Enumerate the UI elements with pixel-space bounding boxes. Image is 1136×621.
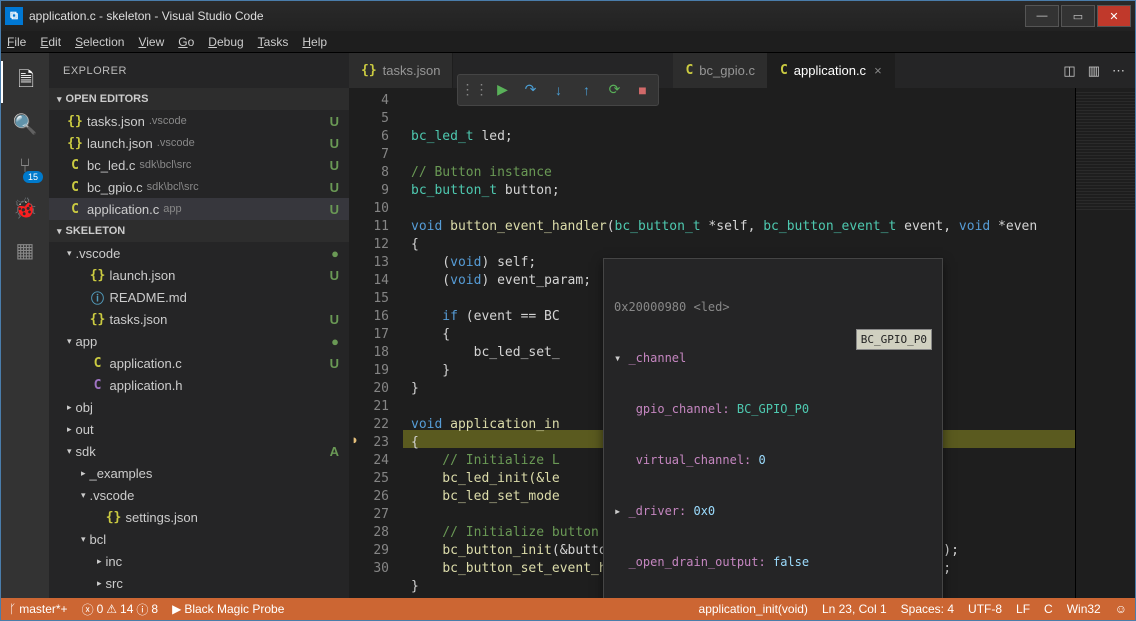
tree-launch-json[interactable]: ▸{}launch.jsonU [49, 264, 349, 286]
activity-bar: 🗎 🔍 ⑂15 🐞 ▦ [1, 53, 49, 598]
tree-examples[interactable]: ▸_examples [49, 462, 349, 484]
window-titlebar: ⧉ application.c - skeleton - Visual Stud… [1, 1, 1135, 31]
scm-badge: 15 [23, 171, 43, 183]
editor-split-icon[interactable]: ◫ [1063, 63, 1075, 79]
hover-tooltip: BC_GPIO_P0 [856, 329, 932, 350]
tab-close-icon[interactable]: × [874, 63, 882, 78]
menu-help[interactable]: Help [302, 35, 327, 49]
activity-debug-icon[interactable]: 🐞 [1, 187, 49, 229]
tree-out[interactable]: ▸out [49, 418, 349, 440]
section-project[interactable]: ▾SKELETON [49, 220, 349, 242]
editor-tabbar: {}tasks.json ⋮⋮ ▶ ↷ ↓ ↑ ⟳ ■ Cbc_gpio.c C… [349, 53, 1135, 88]
tab-bc-gpio-c[interactable]: Cbc_gpio.c [673, 53, 767, 88]
status-problems[interactable]: ⓧ 0 ⚠ 14 ⓘ 8 [82, 601, 159, 618]
tab-tasks-json[interactable]: {}tasks.json [349, 53, 453, 88]
menu-selection[interactable]: Selection [75, 35, 124, 49]
open-editor-item[interactable]: {}tasks.json.vscodeU [49, 110, 349, 132]
menu-go[interactable]: Go [178, 35, 194, 49]
tree-application-h[interactable]: ▸Capplication.h [49, 374, 349, 396]
activity-scm-icon[interactable]: ⑂15 [1, 145, 49, 187]
tree-inc[interactable]: ▸inc [49, 550, 349, 572]
editor-layout-icon[interactable]: ▥ [1088, 63, 1100, 79]
status-probe[interactable]: ▶ Black Magic Probe [172, 602, 284, 616]
menu-debug[interactable]: Debug [208, 35, 243, 49]
tree-application-c[interactable]: ▸Capplication.cU [49, 352, 349, 374]
status-lang[interactable]: C [1044, 602, 1053, 616]
status-eol[interactable]: LF [1016, 602, 1030, 616]
menu-tasks[interactable]: Tasks [258, 35, 289, 49]
activity-extensions-icon[interactable]: ▦ [1, 229, 49, 271]
tree-sdk-vscode[interactable]: ▾.vscode [49, 484, 349, 506]
status-bar: ᚴ master*+ ⓧ 0 ⚠ 14 ⓘ 8 ▶ Black Magic Pr… [1, 598, 1135, 620]
open-editor-item[interactable]: Cbc_led.csdk\bcl\srcU [49, 154, 349, 176]
tree-vscode[interactable]: ▾.vscode● [49, 242, 349, 264]
breakpoint-current-icon: ◗ [349, 430, 361, 448]
status-os[interactable]: Win32 [1067, 602, 1101, 616]
window-minimize-button[interactable]: — [1025, 5, 1059, 27]
editor-area: {}tasks.json ⋮⋮ ▶ ↷ ↓ ↑ ⟳ ■ Cbc_gpio.c C… [349, 53, 1135, 598]
status-function[interactable]: application_init(void) [699, 602, 808, 616]
debug-hover-popup[interactable]: 0x20000980 <led> ▾ _channel gpio_channel… [603, 258, 943, 598]
status-cursor[interactable]: Ln 23, Col 1 [822, 602, 887, 616]
tree-obj[interactable]: ▸obj [49, 396, 349, 418]
menu-edit[interactable]: Edit [40, 35, 61, 49]
line-gutter: 4567891011121314151617181920212223242526… [349, 88, 403, 598]
menu-file[interactable]: FFileile [7, 35, 26, 49]
minimap[interactable] [1075, 88, 1135, 598]
open-editor-item[interactable]: Capplication.cappU [49, 198, 349, 220]
tree-src[interactable]: ▸src [49, 572, 349, 594]
tree-settings-json[interactable]: ▸{}settings.json [49, 506, 349, 528]
status-feedback-icon[interactable]: ☺ [1115, 602, 1127, 616]
editor-body[interactable]: 4567891011121314151617181920212223242526… [349, 88, 1135, 598]
tree-bcl[interactable]: ▾bcl [49, 528, 349, 550]
sidebar-explorer: EXPLORER ▾OPEN EDITORS {}tasks.json.vsco… [49, 53, 349, 598]
tree-readme[interactable]: ▸ⓘREADME.md [49, 286, 349, 308]
code-content[interactable]: bc_led_t led; // Button instance bc_butt… [403, 88, 1075, 598]
tree-tasks-json[interactable]: ▸{}tasks.jsonU [49, 308, 349, 330]
status-branch[interactable]: ᚴ master*+ [9, 602, 68, 616]
open-editor-item[interactable]: {}launch.json.vscodeU [49, 132, 349, 154]
tree-app[interactable]: ▾app● [49, 330, 349, 352]
menu-view[interactable]: View [138, 35, 164, 49]
menu-bar: FFileile Edit Selection View Go Debug Ta… [1, 31, 1135, 53]
vscode-logo-icon: ⧉ [5, 7, 23, 25]
status-indent[interactable]: Spaces: 4 [901, 602, 954, 616]
sidebar-title: EXPLORER [49, 53, 349, 88]
section-open-editors[interactable]: ▾OPEN EDITORS [49, 88, 349, 110]
window-title: application.c - skeleton - Visual Studio… [29, 9, 1023, 23]
window-close-button[interactable]: ✕ [1097, 5, 1131, 27]
tree-sdk[interactable]: ▾sdkA [49, 440, 349, 462]
activity-explorer-icon[interactable]: 🗎 [1, 61, 49, 103]
status-encoding[interactable]: UTF-8 [968, 602, 1002, 616]
tab-application-c[interactable]: Capplication.c× [768, 53, 895, 88]
editor-more-icon[interactable]: ⋯ [1112, 63, 1125, 79]
activity-search-icon[interactable]: 🔍 [1, 103, 49, 145]
open-editor-item[interactable]: Cbc_gpio.csdk\bcl\srcU [49, 176, 349, 198]
window-maximize-button[interactable]: ▭ [1061, 5, 1095, 27]
